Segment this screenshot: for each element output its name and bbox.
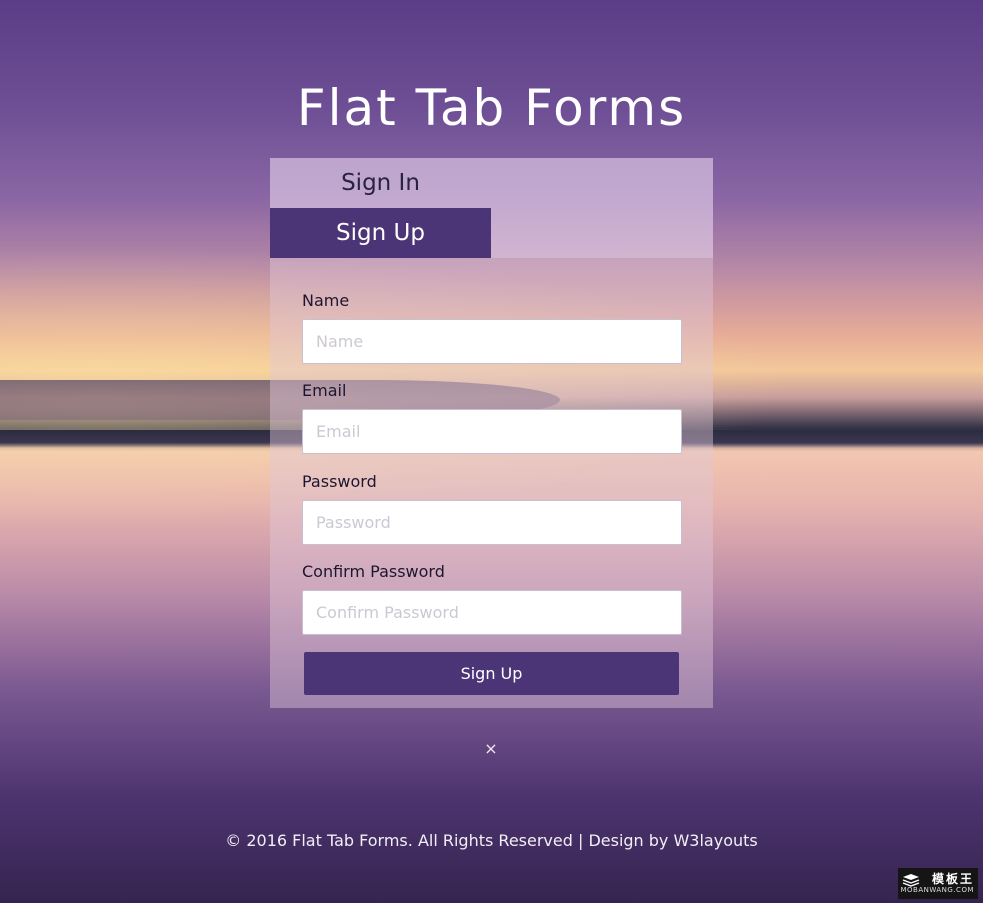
watermark-url: MOBANWANG.COM [900, 886, 974, 894]
form-card: Sign In Sign Up Name Email Password Conf… [270, 158, 713, 708]
watermark-name: 模板王 [931, 872, 974, 886]
stack-logo-icon [902, 874, 920, 887]
sign-up-button[interactable]: Sign Up [304, 652, 679, 695]
confirm-password-label: Confirm Password [302, 562, 445, 581]
close-icon[interactable]: × [482, 740, 500, 758]
footer-copyright: © 2016 Flat Tab Forms. All Rights Reserv… [225, 831, 758, 850]
email-field[interactable] [302, 409, 682, 454]
name-label: Name [302, 291, 350, 310]
confirm-password-field[interactable] [302, 590, 682, 635]
tab-sign-in[interactable]: Sign In [270, 158, 491, 208]
email-label: Email [302, 381, 347, 400]
tab-sign-up-label: Sign Up [336, 220, 425, 246]
password-field[interactable] [302, 500, 682, 545]
sign-up-form: Name Email Password Confirm Password Sig… [270, 258, 713, 708]
watermark-badge: 模板王 MOBANWANG.COM [898, 868, 978, 899]
tab-bar: Sign In Sign Up [270, 158, 713, 258]
password-label: Password [302, 472, 377, 491]
tab-sign-up[interactable]: Sign Up [270, 208, 491, 258]
page-title: Flat Tab Forms [296, 78, 687, 137]
tab-sign-in-label: Sign In [341, 170, 420, 196]
name-field[interactable] [302, 319, 682, 364]
